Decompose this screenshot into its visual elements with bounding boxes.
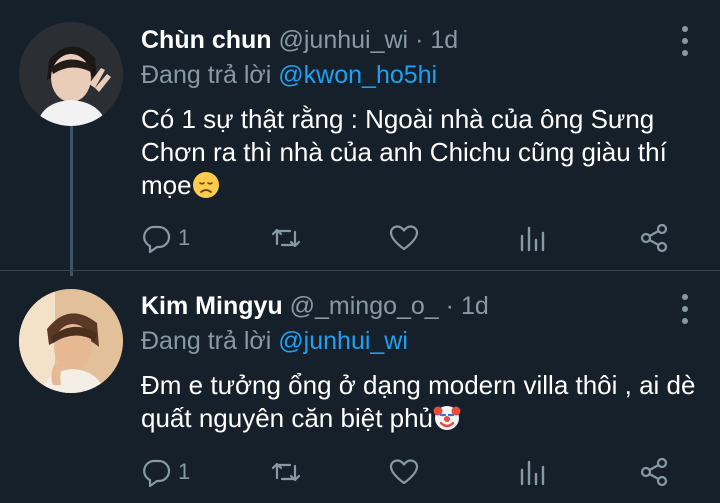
more-options-icon[interactable] bbox=[680, 294, 690, 324]
reply-count: 1 bbox=[178, 225, 191, 250]
replying-to-label: Đang trả lời bbox=[141, 61, 272, 89]
tweet-header: Kim Mingyu @_mingo_o_ · 1d bbox=[141, 291, 489, 321]
clown-face-emoji-icon bbox=[433, 406, 461, 430]
replying-to-label: Đang trả lời bbox=[141, 327, 272, 355]
more-options-icon[interactable] bbox=[680, 26, 690, 56]
reply-icon bbox=[143, 225, 171, 254]
share-button[interactable] bbox=[638, 221, 670, 255]
reply-button[interactable]: 1 bbox=[140, 221, 190, 255]
user-handle[interactable]: @_mingo_o_ bbox=[290, 292, 439, 320]
reply-icon bbox=[143, 459, 171, 488]
disappointed-face-emoji-icon bbox=[192, 172, 219, 198]
share-icon bbox=[640, 223, 668, 253]
replying-to: Đang trả lời @kwon_ho5hi bbox=[141, 60, 437, 90]
tweet-text-content: Có 1 sự thật rằng : Ngoài nhà của ông Sư… bbox=[141, 104, 667, 200]
share-icon bbox=[640, 457, 668, 487]
separator-dot: · bbox=[415, 26, 424, 54]
analytics-icon bbox=[520, 226, 545, 252]
avatar[interactable] bbox=[19, 289, 123, 393]
retweet-button[interactable] bbox=[270, 455, 302, 489]
reply-button[interactable]: 1 bbox=[140, 455, 190, 489]
replying-to-link[interactable]: @kwon_ho5hi bbox=[278, 61, 437, 89]
tweet-text: Đm e tưởng ổng ở dạng modern villa thôi … bbox=[141, 369, 701, 435]
heart-icon bbox=[389, 225, 419, 251]
replying-to-link[interactable]: @junhui_wi bbox=[278, 327, 408, 355]
avatar[interactable] bbox=[19, 22, 123, 126]
like-button[interactable] bbox=[388, 221, 420, 255]
analytics-button[interactable] bbox=[516, 455, 548, 489]
replying-to: Đang trả lời @junhui_wi bbox=[141, 326, 408, 356]
display-name[interactable]: Kim Mingyu bbox=[141, 292, 283, 320]
tweet-actions: 1 bbox=[140, 455, 680, 489]
retweet-icon bbox=[271, 462, 301, 482]
tweet[interactable]: Chùn chun @junhui_wi · 1d Đang trả lời @… bbox=[0, 0, 720, 270]
tweet-actions: 1 bbox=[140, 221, 680, 255]
reply-count: 1 bbox=[178, 459, 191, 484]
heart-icon bbox=[389, 459, 419, 485]
retweet-button[interactable] bbox=[270, 221, 302, 255]
tweet-header: Chùn chun @junhui_wi · 1d bbox=[141, 25, 458, 55]
analytics-icon bbox=[520, 460, 545, 486]
share-button[interactable] bbox=[638, 455, 670, 489]
tweet-text-content: Đm e tưởng ổng ở dạng modern villa thôi … bbox=[141, 370, 696, 433]
timestamp[interactable]: 1d bbox=[461, 292, 489, 320]
user-handle[interactable]: @junhui_wi bbox=[278, 26, 408, 54]
analytics-button[interactable] bbox=[516, 221, 548, 255]
tweet[interactable]: Kim Mingyu @_mingo_o_ · 1d Đang trả lời … bbox=[0, 270, 720, 503]
retweet-icon bbox=[271, 228, 301, 248]
display-name[interactable]: Chùn chun bbox=[141, 26, 272, 54]
timestamp[interactable]: 1d bbox=[430, 26, 458, 54]
like-button[interactable] bbox=[388, 455, 420, 489]
tweet-text: Có 1 sự thật rằng : Ngoài nhà của ông Sư… bbox=[141, 103, 701, 202]
separator-dot: · bbox=[445, 292, 454, 320]
